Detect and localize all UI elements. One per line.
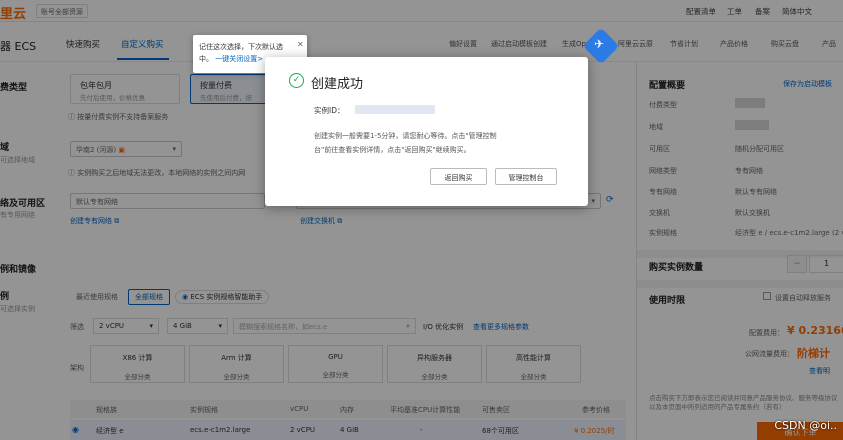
dialog-title: 创建成功 [311, 77, 364, 92]
instance-id-label: 实例ID： [314, 106, 345, 115]
success-check-icon: ✓ [289, 73, 304, 88]
tooltip-line2-text: 中。 [199, 55, 213, 63]
tooltip-disable-link[interactable]: 一键关闭设置> [215, 55, 263, 63]
console-button[interactable]: 管理控制台 [495, 168, 557, 185]
close-icon[interactable]: ✕ [297, 40, 304, 49]
redacted-instance-id [355, 105, 435, 114]
bird-glyph-icon: ✈ [594, 37, 605, 51]
tooltip-line1: 记住这次选择，下次默认选 [199, 43, 283, 51]
back-to-purchase-button[interactable]: 返回购买 [430, 168, 487, 185]
success-dialog: ✓ 创建成功 实例ID： 创建实例一般需要1-5分钟，请您耐心等待。点击"管理控… [265, 57, 588, 206]
tooltip-line2: 中。 一键关闭设置> [199, 54, 263, 64]
watermark: CSDN @oi.. [774, 419, 837, 432]
dialog-message-line1: 创建实例一般需要1-5分钟，请您耐心等待。点击"管理控制 [314, 132, 497, 140]
dialog-message-line2: 台"前往查看实例详情，点击"返回购买"继续购买。 [314, 146, 471, 154]
